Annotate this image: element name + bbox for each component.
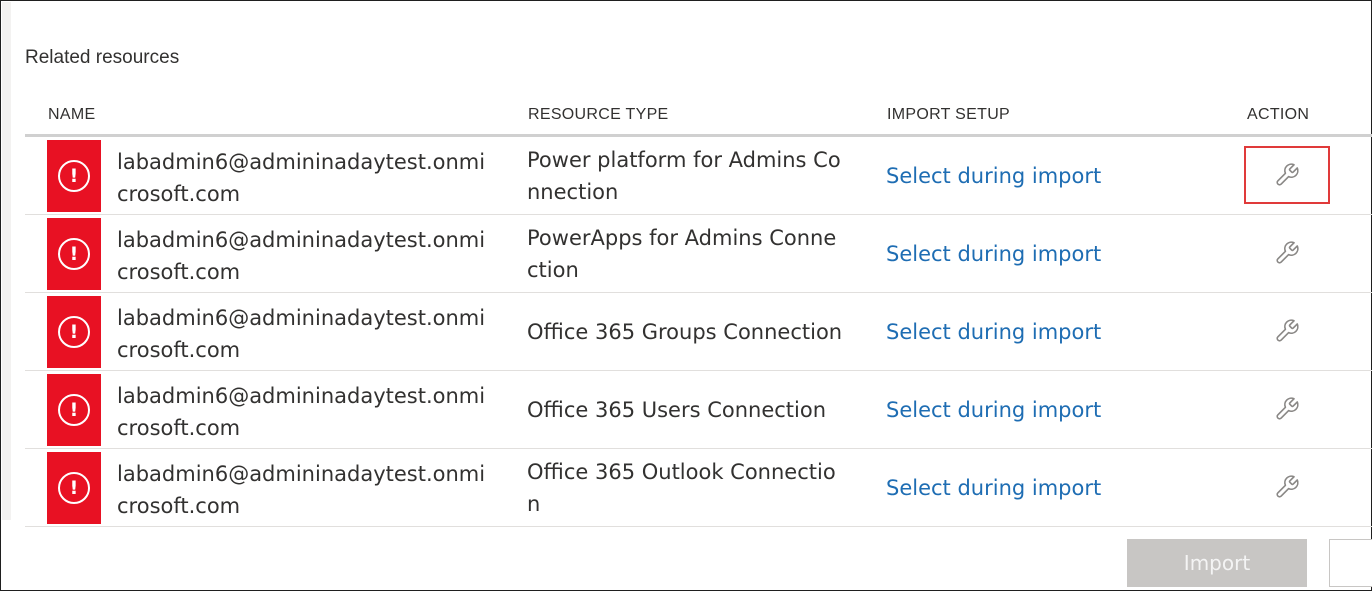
dialog-frame: Related resources NAME RESOURCE TYPE IMP… [0,0,1372,591]
error-icon: ! [58,316,90,348]
header-resource-type: RESOURCE TYPE [528,106,669,123]
action-button[interactable] [1244,380,1330,438]
table-row: ! labadmin6@admininadaytest.onmicrosoft.… [25,449,1372,527]
cancel-button[interactable] [1329,539,1372,587]
resource-name: labadmin6@admininadaytest.onmicrosoft.co… [117,150,486,206]
resource-name: labadmin6@admininadaytest.onmicrosoft.co… [117,306,486,362]
header-action: ACTION [1247,106,1310,123]
action-button[interactable] [1244,146,1330,204]
error-icon: ! [58,472,90,504]
select-during-import-link[interactable]: Select during import [886,293,1101,371]
select-during-import-link[interactable]: Select during import [886,137,1101,215]
table-row: ! labadmin6@admininadaytest.onmicrosoft.… [25,137,1372,215]
resource-name: labadmin6@admininadaytest.onmicrosoft.co… [117,228,486,284]
select-during-import-link[interactable]: Select during import [886,371,1101,449]
select-during-import-link[interactable]: Select during import [886,449,1101,527]
wrench-icon [1276,475,1299,498]
action-button[interactable] [1244,302,1330,360]
resource-name: labadmin6@admininadaytest.onmicrosoft.co… [117,384,486,440]
error-status: ! [47,218,101,290]
wrench-icon [1276,397,1299,420]
error-icon: ! [58,160,90,192]
table-row: ! labadmin6@admininadaytest.onmicrosoft.… [25,371,1372,449]
table-row: ! labadmin6@admininadaytest.onmicrosoft.… [25,293,1372,371]
resources-table: NAME RESOURCE TYPE IMPORT SETUP ACTION !… [25,97,1372,527]
action-button[interactable] [1244,458,1330,516]
resource-name: labadmin6@admininadaytest.onmicrosoft.co… [117,462,486,518]
resource-type: Power platform for Admins Connection [527,148,841,204]
import-button[interactable]: Import [1127,539,1307,587]
wrench-icon [1276,163,1299,186]
wrench-icon [1276,319,1299,342]
resource-type: Office 365 Groups Connection [527,320,843,344]
resource-type: Office 365 Users Connection [527,398,827,422]
error-icon: ! [58,394,90,426]
action-button[interactable] [1244,224,1330,282]
header-import-setup: IMPORT SETUP [887,106,1011,123]
error-status: ! [47,296,101,368]
table-header: NAME RESOURCE TYPE IMPORT SETUP ACTION [25,97,1372,137]
error-status: ! [47,452,101,524]
resource-type: PowerApps for Admins Connection [527,226,837,282]
section-title: Related resources [25,47,180,68]
resource-type: Office 365 Outlook Connection [527,460,836,516]
header-name: NAME [48,106,96,123]
error-status: ! [47,140,101,212]
left-scroll-strip [2,2,11,520]
error-icon: ! [58,238,90,270]
error-status: ! [47,374,101,446]
select-during-import-link[interactable]: Select during import [886,215,1101,293]
table-row: ! labadmin6@admininadaytest.onmicrosoft.… [25,215,1372,293]
wrench-icon [1276,241,1299,264]
